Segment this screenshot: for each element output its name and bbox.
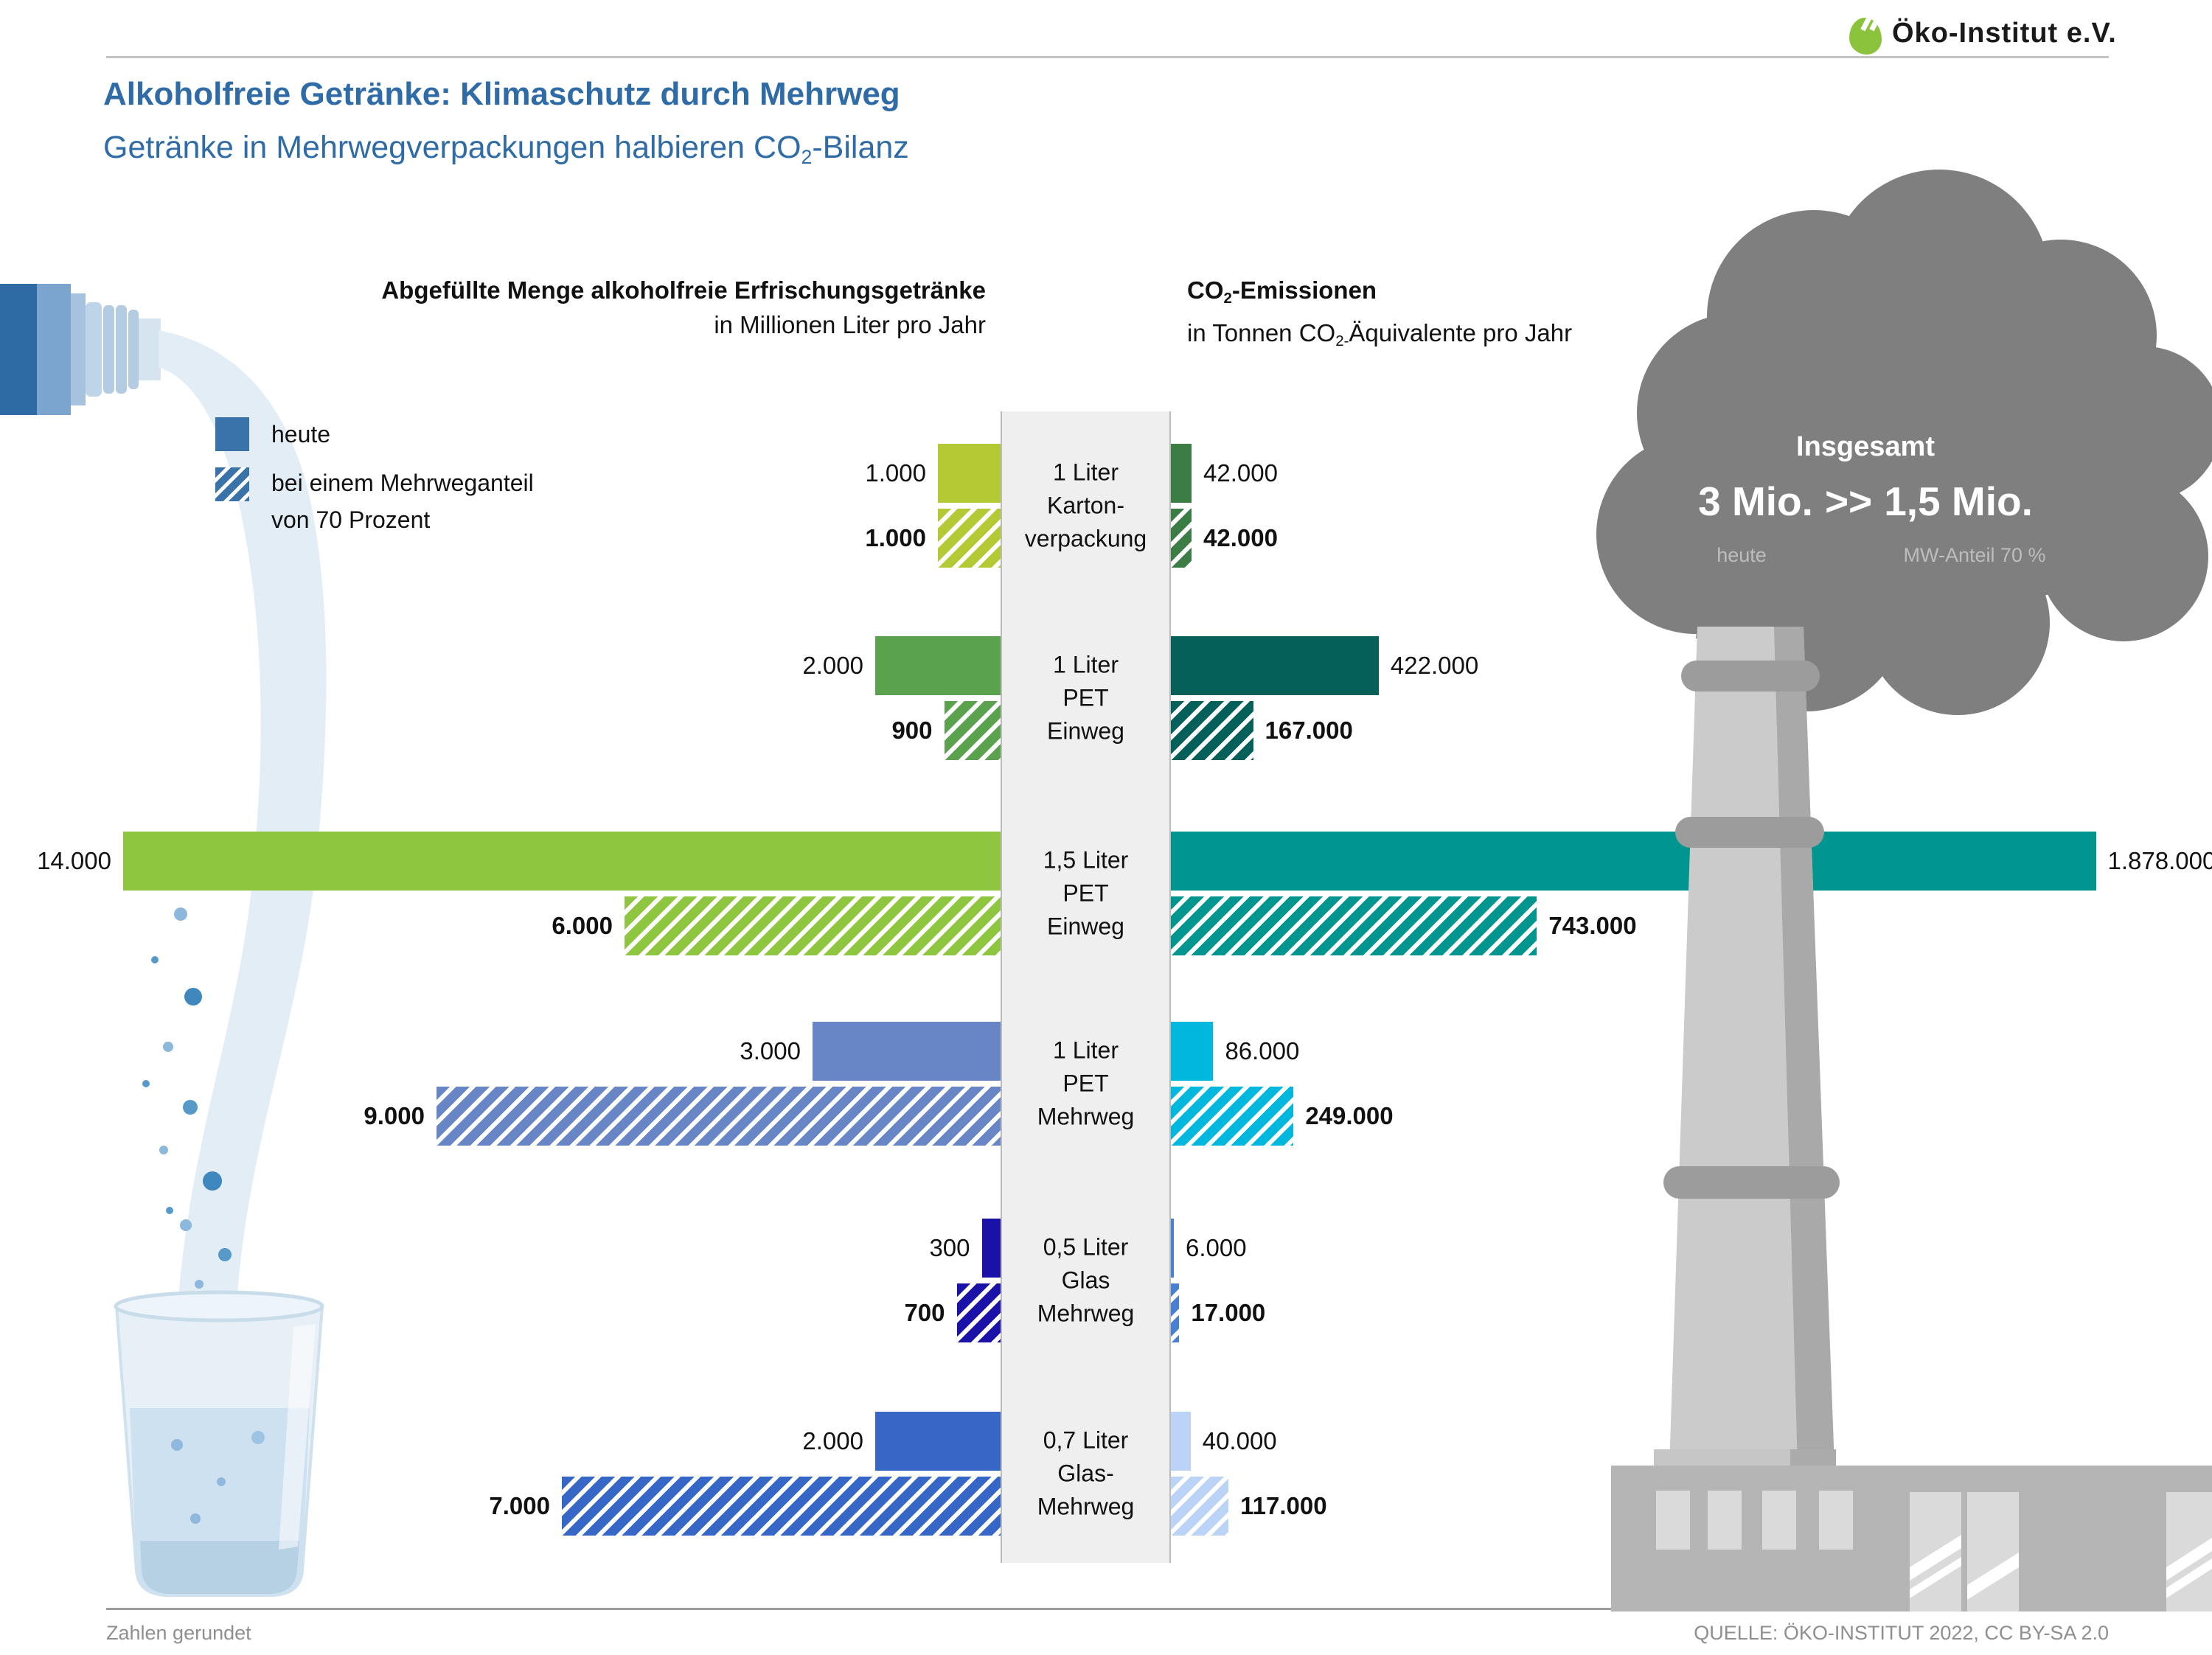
value-right-scenario: 249.000 <box>1305 1087 1393 1146</box>
left-axis-unit: in Millionen Liter pro Jahr <box>381 307 986 342</box>
value-right-scenario: 743.000 <box>1548 896 1636 955</box>
category-label: 0,7 LiterGlas-Mehrweg <box>1001 1424 1171 1524</box>
bar-left-scenario <box>625 896 1001 955</box>
page-subtitle: Getränke in Mehrwegverpackungen halbiere… <box>103 130 909 169</box>
value-right-today: 86.000 <box>1225 1022 1299 1081</box>
right-axis-title: CO2-Emissionen <box>1187 273 1572 316</box>
category-label: 1 LiterKarton-verpackung <box>1001 456 1171 556</box>
footer-note: Zahlen gerundet <box>106 1622 251 1645</box>
bar-right-scenario <box>1171 1087 1293 1146</box>
bar-left-scenario <box>945 701 1001 760</box>
value-left-today: 1.000 <box>865 444 926 503</box>
bar-left-today <box>982 1219 1001 1278</box>
value-left-scenario: 6.000 <box>552 896 613 955</box>
chart-row-glas-mehrweg-07l: 2.000 7.000 40.000 117.000 0,7 LiterGlas… <box>0 1412 2212 1541</box>
bar-right-scenario <box>1171 1477 1228 1536</box>
value-right-today: 42.000 <box>1203 444 1278 503</box>
value-right-scenario: 42.000 <box>1203 509 1278 568</box>
value-left-scenario: 900 <box>891 701 932 760</box>
bar-right-today <box>1171 832 2096 891</box>
bar-right-scenario <box>1171 701 1253 760</box>
bar-right-today <box>1171 444 1192 503</box>
bar-right-scenario <box>1171 509 1192 568</box>
cloud-total-title: Insgesamt <box>1659 431 2072 463</box>
bottle <box>0 284 161 415</box>
bar-left-today <box>938 444 1001 503</box>
oeko-institut-leaf-icon <box>1849 18 1882 55</box>
right-axis-unit: in Tonnen CO2-Äquivalente pro Jahr <box>1187 316 1572 358</box>
chart-row-pet-mehrweg: 3.000 9.000 86.000 249.000 1 LiterPETMeh… <box>0 1022 2212 1151</box>
bar-left-today <box>123 832 1001 891</box>
bar-left-today <box>875 636 1001 695</box>
category-label: 0,5 LiterGlasMehrweg <box>1001 1231 1171 1331</box>
oeko-institut-logo: Öko-Institut e.V. <box>1892 18 2117 49</box>
bottom-divider <box>106 1608 2109 1610</box>
arrow-icon: >> <box>1825 478 1872 524</box>
bar-left-scenario <box>938 509 1001 568</box>
bar-left-scenario <box>957 1283 1001 1342</box>
bar-left-today <box>813 1022 1001 1081</box>
value-left-today: 3.000 <box>740 1022 801 1081</box>
value-right-scenario: 117.000 <box>1240 1477 1326 1536</box>
left-axis-title: Abgefüllte Menge alkoholfreie Erfrischun… <box>381 273 986 307</box>
value-right-scenario: 17.000 <box>1191 1283 1265 1342</box>
value-left-today: 2.000 <box>802 636 863 695</box>
cloud-today-value: 3 Mio. <box>1698 478 1813 524</box>
chart-row-glas-mehrweg-05l: 300 700 6.000 17.000 0,5 LiterGlasMehrwe… <box>0 1219 2212 1348</box>
left-axis-header: Abgefüllte Menge alkoholfreie Erfrischun… <box>381 273 986 342</box>
cloud-scenario-label: MW-Anteil 70 % <box>1879 544 2070 567</box>
value-left-scenario: 700 <box>904 1283 945 1342</box>
value-left-scenario: 7.000 <box>489 1477 550 1536</box>
category-label: 1 LiterPETEinweg <box>1001 649 1171 748</box>
chart-row-pet-einweg-15l: 14.000 6.000 1.878.000 743.000 1,5 Liter… <box>0 832 2212 961</box>
value-left-today: 2.000 <box>802 1412 863 1471</box>
value-left-scenario: 1.000 <box>865 509 926 568</box>
value-right-scenario: 167.000 <box>1265 701 1353 760</box>
bar-right-scenario <box>1171 1283 1179 1342</box>
right-axis-header: CO2-Emissionen in Tonnen CO2-Äquivalente… <box>1187 273 1572 358</box>
bar-right-today <box>1171 636 1379 695</box>
bar-left-today <box>875 1412 1001 1471</box>
value-right-today: 422.000 <box>1391 636 1478 695</box>
chart-row-pet-einweg-1l: 2.000 900 422.000 167.000 1 LiterPETEinw… <box>0 636 2212 766</box>
value-right-today: 6.000 <box>1186 1219 1247 1278</box>
top-divider <box>106 56 2109 58</box>
value-left-scenario: 9.000 <box>364 1087 425 1146</box>
bar-right-today <box>1171 1022 1213 1081</box>
value-right-today: 1.878.000 <box>2108 832 2212 891</box>
value-left-today: 14.000 <box>37 832 111 891</box>
page-title: Alkoholfreie Getränke: Klimaschutz durch… <box>103 76 900 113</box>
cloud-today-label: heute <box>1668 544 1815 567</box>
cloud-total-values: 3 Mio. >> 1,5 Mio. <box>1615 478 2116 525</box>
value-right-today: 40.000 <box>1203 1412 1277 1471</box>
category-label: 1,5 LiterPETEinweg <box>1001 844 1171 944</box>
bar-left-scenario <box>437 1087 1001 1146</box>
category-column <box>1001 411 1171 1563</box>
category-label: 1 LiterPETMehrweg <box>1001 1034 1171 1134</box>
value-left-today: 300 <box>929 1219 970 1278</box>
bar-right-scenario <box>1171 896 1537 955</box>
footer-source: QUELLE: ÖKO-INSTITUT 2022, CC BY-SA 2.0 <box>1694 1622 2109 1645</box>
bar-left-scenario <box>562 1477 1001 1536</box>
cloud-scenario-value: 1,5 Mio. <box>1884 478 2033 524</box>
bar-right-today <box>1171 1412 1191 1471</box>
infographic-canvas: Öko-Institut e.V. Alkoholfreie Getränke:… <box>0 0 2212 1655</box>
bar-right-today <box>1171 1219 1174 1278</box>
